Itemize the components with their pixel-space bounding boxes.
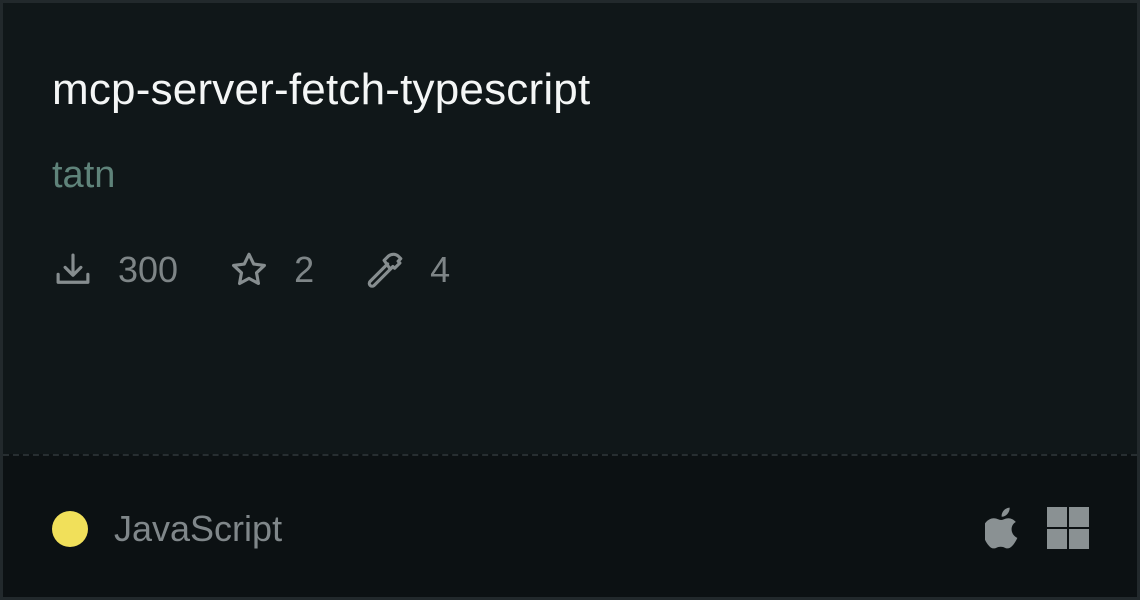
windows-icon	[1047, 507, 1089, 549]
language-name: JavaScript	[114, 508, 283, 549]
hammer-icon	[364, 249, 406, 291]
language-tag: JavaScript	[52, 509, 282, 549]
author-name[interactable]: tatn	[52, 153, 115, 197]
star-icon	[228, 249, 270, 291]
tools-stat: 4	[364, 249, 450, 291]
server-title[interactable]: mcp-server-fetch-typescript	[52, 65, 590, 115]
apple-icon	[985, 506, 1023, 550]
stats-row: 300 2 4	[52, 247, 500, 293]
card-footer: JavaScript	[3, 454, 1137, 597]
tools-count: 4	[430, 249, 451, 290]
stars-stat: 2	[228, 249, 314, 291]
server-card[interactable]: mcp-server-fetch-typescript tatn 300 2 4…	[0, 0, 1140, 600]
downloads-count: 300	[118, 249, 179, 290]
stars-count: 2	[294, 249, 315, 290]
download-icon	[52, 249, 94, 291]
platforms	[985, 506, 1089, 550]
language-color-dot	[52, 511, 88, 547]
downloads-stat: 300	[52, 249, 178, 291]
